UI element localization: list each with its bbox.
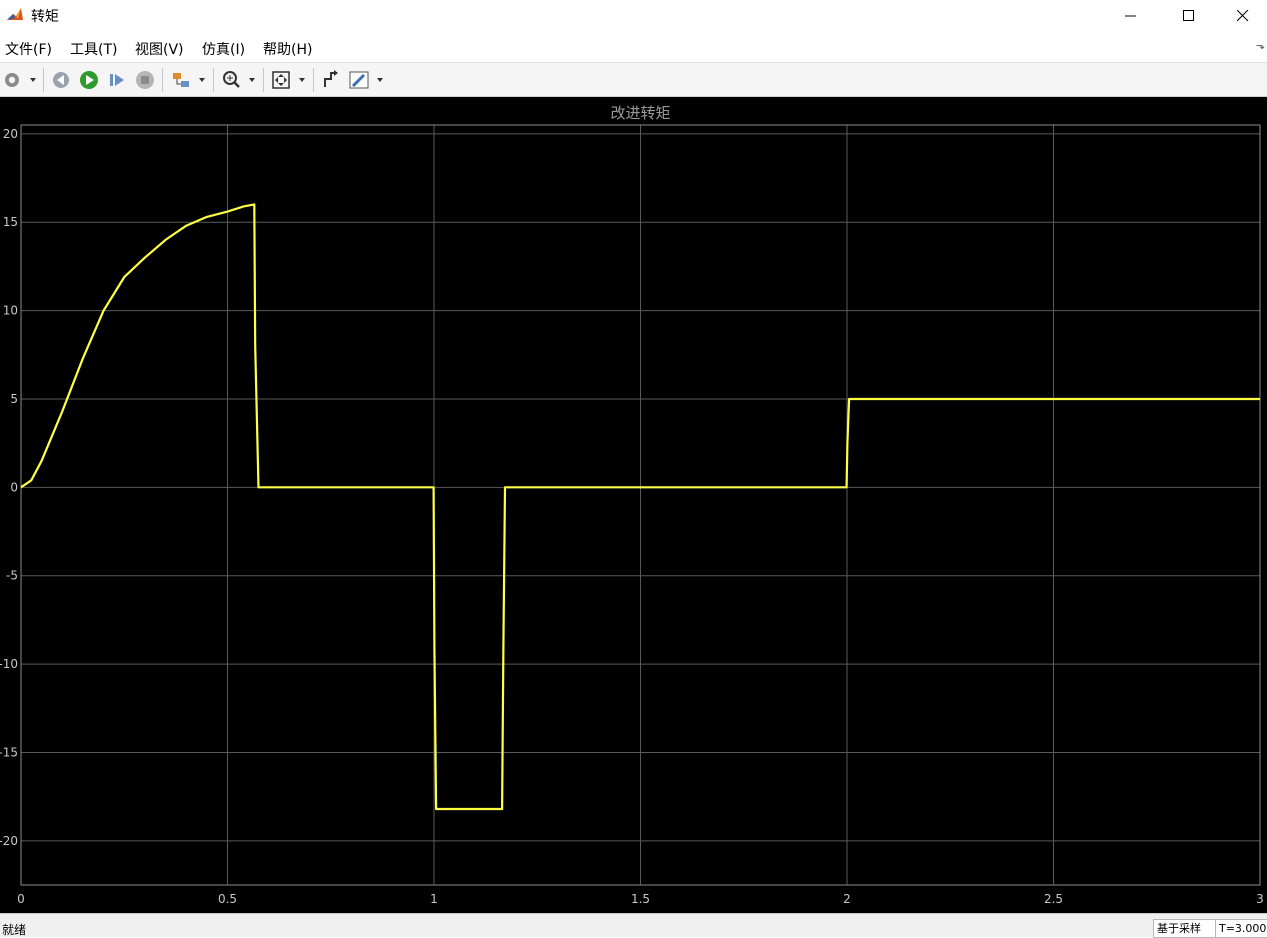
- menu-help[interactable]: 帮助(H): [263, 39, 312, 59]
- x-tick-label: 1: [430, 892, 438, 906]
- y-tick-label: 5: [10, 392, 18, 406]
- step-back-icon[interactable]: [50, 69, 72, 91]
- x-tick-label: 0.5: [218, 892, 237, 906]
- y-tick-label: 20: [3, 127, 18, 141]
- run-icon[interactable]: [78, 69, 100, 91]
- y-tick-label: 10: [3, 304, 18, 318]
- x-tick-label: 2.5: [1044, 892, 1063, 906]
- x-tick-label: 3: [1256, 892, 1264, 906]
- y-tick-label: 15: [3, 215, 18, 229]
- sim-time-badge: T=3.000: [1215, 919, 1267, 938]
- menu-view[interactable]: 视图(V): [135, 39, 184, 59]
- chart-title: 改进转矩: [610, 104, 670, 122]
- maximize-icon: [1183, 9, 1194, 21]
- status-text: 就绪: [2, 923, 27, 937]
- x-tick-label: 0: [17, 892, 25, 906]
- menu-file[interactable]: 文件(F): [5, 39, 52, 59]
- menu-tools[interactable]: 工具(T): [70, 39, 117, 59]
- y-tick-label: 0: [10, 480, 18, 494]
- scope-chart[interactable]: 0 0.5 1 1.5 2 2.5 3 -20 -15 -10 -5 0 5 10 15 20 改进转矩: [0, 97, 1267, 913]
- maximize-button[interactable]: [1160, 0, 1218, 31]
- autoscale-icon[interactable]: [270, 69, 310, 91]
- gear-icon[interactable]: [2, 69, 40, 91]
- window-title: 转矩: [31, 9, 59, 25]
- zoom-icon[interactable]: [220, 69, 260, 91]
- matlab-logo-icon: [6, 6, 24, 24]
- step-forward-icon[interactable]: [106, 69, 128, 91]
- x-tick-label: 1.5: [631, 892, 650, 906]
- highlight-model-icon[interactable]: [170, 69, 210, 91]
- y-tick-label: -5: [6, 569, 18, 583]
- x-tick-label: 2: [843, 892, 851, 906]
- status-bar: 就绪 基于采样 T=3.000: [0, 913, 1267, 938]
- minimize-icon: [1125, 15, 1136, 16]
- menu-simulation[interactable]: 仿真(I): [202, 39, 245, 59]
- close-icon: [1236, 9, 1248, 21]
- dock-icon[interactable]: ⬎: [1256, 39, 1265, 52]
- close-button[interactable]: [1218, 0, 1267, 31]
- stop-icon[interactable]: [134, 69, 156, 91]
- menu-bar: 文件(F) 工具(T) 视图(V) 仿真(I) 帮助(H) ⬎: [0, 35, 1267, 60]
- restore-view-icon[interactable]: [320, 69, 342, 91]
- sample-mode-badge: 基于采样: [1153, 919, 1219, 938]
- scope-plot-panel: 0 0.5 1 1.5 2 2.5 3 -20 -15 -10 -5 0 5 10 15 20 改进转矩: [0, 97, 1267, 913]
- title-bar: 转矩: [0, 0, 1267, 31]
- toolbar: [0, 62, 1267, 97]
- y-tick-label: -20: [0, 834, 18, 848]
- y-tick-label: -15: [0, 745, 18, 759]
- style-icon[interactable]: [348, 69, 388, 91]
- y-tick-label: -10: [0, 657, 18, 671]
- minimize-button[interactable]: [1102, 0, 1160, 31]
